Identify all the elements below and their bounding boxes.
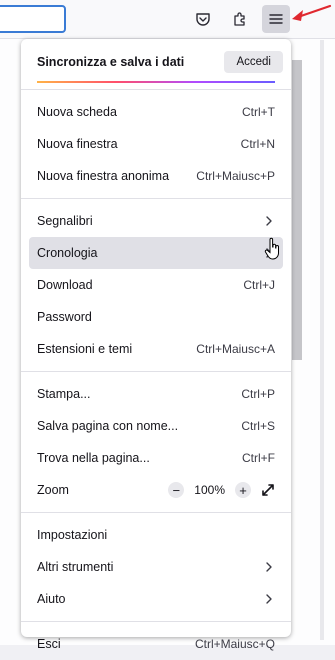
separator — [21, 512, 291, 513]
menu-item-label: Password — [37, 310, 92, 324]
menu-item-more-tools[interactable]: Altri strumenti — [29, 551, 283, 583]
menu-item-shortcut: Ctrl+J — [243, 278, 275, 292]
hamburger-menu-icon — [269, 14, 283, 24]
menu-item-label: Nuova finestra — [37, 137, 118, 151]
menu-item-addons-themes[interactable]: Estensioni e temi Ctrl+Maiusc+A — [29, 333, 283, 365]
app-menu-panel: Sincronizza e salva i dati Accedi Nuova … — [21, 39, 291, 651]
menu-item-label: Stampa... — [37, 387, 91, 401]
menu-item-new-window[interactable]: Nuova finestra Ctrl+N — [29, 128, 283, 160]
menu-item-shortcut: Ctrl+Maiusc+Q — [194, 637, 275, 651]
menu-item-label: Esci — [37, 637, 61, 651]
pocket-button[interactable] — [189, 5, 217, 33]
page-scrollbar[interactable] — [292, 60, 302, 360]
login-button[interactable]: Accedi — [224, 51, 283, 73]
menu-item-save-page[interactable]: Salva pagina con nome... Ctrl+S — [29, 410, 283, 442]
menu-item-shortcut: Ctrl+S — [241, 419, 275, 433]
fullscreen-button[interactable] — [261, 483, 275, 497]
menu-item-label: Salva pagina con nome... — [37, 419, 179, 433]
chevron-right-icon — [263, 593, 275, 605]
menu-item-quit[interactable]: Esci Ctrl+Maiusc+Q — [29, 628, 283, 660]
sync-header: Sincronizza e salva i dati Accedi — [21, 43, 291, 81]
menu-item-new-private-window[interactable]: Nuova finestra anonima Ctrl+Maiusc+P — [29, 160, 283, 192]
menu-item-shortcut: Ctrl+N — [240, 137, 275, 151]
menu-item-shortcut: Ctrl+F — [242, 451, 275, 465]
separator — [21, 371, 291, 372]
menu-item-label: Aiuto — [37, 592, 66, 606]
menu-item-shortcut: Ctrl+Maiusc+P — [196, 169, 275, 183]
puzzle-icon — [234, 12, 245, 26]
chevron-right-icon — [263, 561, 275, 573]
hand-cursor-icon — [264, 237, 279, 260]
separator — [21, 621, 291, 622]
sync-title: Sincronizza e salva i dati — [37, 55, 185, 69]
menu-item-label: Nuova scheda — [37, 105, 117, 119]
separator — [21, 89, 291, 90]
chevron-right-icon — [263, 215, 275, 227]
zoom-out-button[interactable]: − — [168, 482, 185, 498]
menu-item-label: Cronologia — [37, 246, 98, 260]
menu-item-history[interactable]: Cronologia — [29, 237, 283, 269]
menu-item-print[interactable]: Stampa... Ctrl+P — [29, 378, 283, 410]
menu-item-label: Estensioni e temi — [37, 342, 133, 356]
menu-item-label: Impostazioni — [37, 528, 108, 542]
menu-item-help[interactable]: Aiuto — [29, 583, 283, 615]
menu-item-zoom: Zoom − 100% + — [29, 474, 283, 506]
zoom-controls: − 100% + — [168, 482, 275, 498]
fullscreen-icon — [262, 484, 274, 496]
menu-item-settings[interactable]: Impostazioni — [29, 519, 283, 551]
menu-item-label: Altri strumenti — [37, 560, 114, 574]
menu-item-bookmarks[interactable]: Segnalibri — [29, 205, 283, 237]
annotation-arrow-icon — [292, 4, 332, 21]
menu-item-label: Segnalibri — [37, 214, 93, 228]
menu-item-find-in-page[interactable]: Trova nella pagina... Ctrl+F — [29, 442, 283, 474]
menu-item-shortcut: Ctrl+P — [241, 387, 275, 401]
menu-item-downloads[interactable]: Download Ctrl+J — [29, 269, 283, 301]
pocket-icon — [196, 13, 210, 26]
menu-item-label: Nuova finestra anonima — [37, 169, 170, 183]
menu-item-shortcut: Ctrl+T — [242, 105, 275, 119]
extensions-button[interactable] — [226, 5, 254, 33]
menu-item-label: Trova nella pagina... — [37, 451, 150, 465]
menu-item-new-tab[interactable]: Nuova scheda Ctrl+T — [29, 96, 283, 128]
menu-item-passwords[interactable]: Password — [29, 301, 283, 333]
menu-item-shortcut: Ctrl+Maiusc+A — [196, 342, 275, 356]
separator — [21, 198, 291, 199]
sync-gradient-divider — [37, 81, 275, 83]
window-edge — [320, 40, 324, 640]
zoom-in-button[interactable]: + — [235, 482, 251, 498]
zoom-level[interactable]: 100% — [194, 483, 225, 497]
url-bar[interactable] — [0, 5, 66, 33]
menu-item-label: Download — [37, 278, 93, 292]
menu-item-label: Zoom — [37, 483, 69, 497]
